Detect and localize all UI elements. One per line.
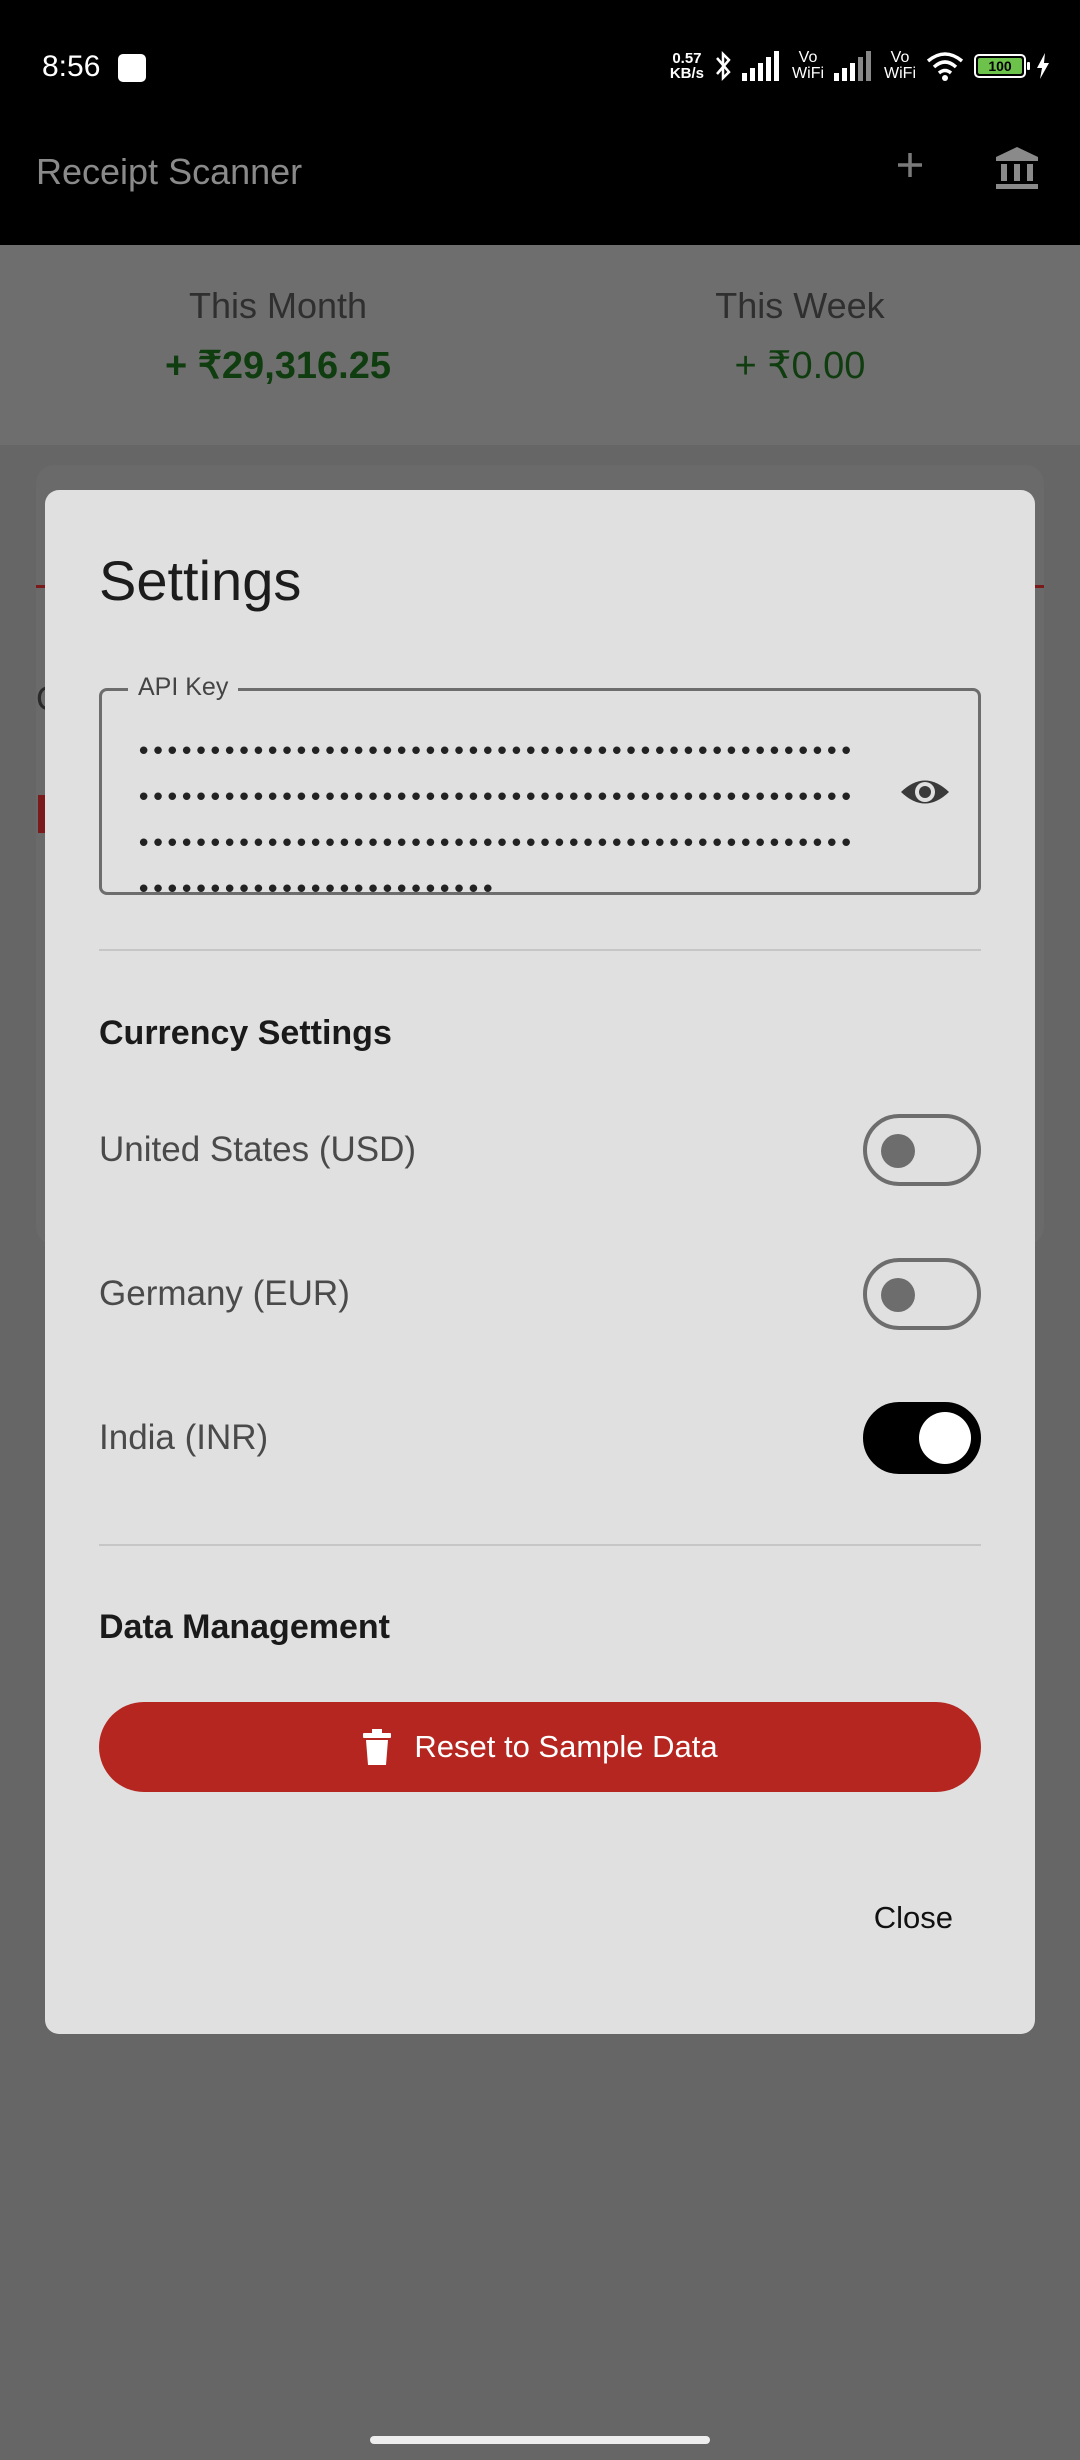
signal-icon-2 [834,51,872,81]
charging-icon [1037,53,1049,79]
currency-row-eur: Germany (EUR) [99,1254,981,1334]
month-label: This Month [188,285,368,326]
month-value: + ₹29,316.25 [165,345,391,387]
network-speed-unit: KB/s [669,65,705,82]
battery-level: 100 [978,58,1022,74]
data-management-title: Data Management [99,1608,390,1646]
signal-icon [742,51,780,81]
settings-dialog: Settings API Key •••••••••••••••••••••••… [45,490,1035,2034]
bluetooth-icon [716,50,731,82]
dialog-title: Settings [99,549,302,612]
currency-label-eur: Germany (EUR) [99,1274,350,1313]
month-summary: This Month + ₹29,316.25 [78,285,478,388]
currency-label-usd: United States (USD) [99,1130,417,1169]
api-key-value[interactable]: ••••••••••••••••••••••••••••••••••••••••… [136,729,866,913]
app-title: Receipt Scanner [36,151,303,192]
toggle-knob [881,1134,915,1168]
trash-icon [363,1729,392,1765]
currency-row-usd: United States (USD) [99,1110,981,1190]
close-button[interactable]: Close [874,1900,953,1936]
currency-settings-title: Currency Settings [99,1014,392,1052]
reset-button-label: Reset to Sample Data [414,1729,718,1764]
network-speed: 0.57 KB/s [670,51,704,81]
app-bar: Receipt Scanner [0,135,1080,245]
network-speed-value: 0.57 [672,50,702,67]
api-key-label: API Key [128,673,239,702]
bank-icon[interactable] [992,145,1042,191]
status-icons: 0.57 KB/s Vo WiFi Vo WiFi 100 [670,46,1050,86]
currency-row-inr: India (INR) [99,1398,981,1478]
summary-panel: This Month + ₹29,316.25 This Week + ₹0.0… [0,245,1080,445]
status-time: 8:56 [42,50,101,83]
vowifi-indicator-2: Vo WiFi [884,50,916,82]
reset-sample-data-button[interactable]: Reset to Sample Data [99,1702,981,1792]
toggle-knob [919,1412,971,1464]
vowifi-1-bottom: WiFi [792,65,825,82]
currency-label-inr: India (INR) [99,1418,269,1457]
vowifi-2-top: Vo [890,49,910,66]
currency-toggle-usd[interactable] [863,1114,981,1186]
divider [99,1544,981,1546]
currency-toggle-eur[interactable] [863,1258,981,1330]
vowifi-2-bottom: WiFi [884,65,916,82]
vowifi-indicator-1: Vo WiFi [792,50,824,82]
plus-icon[interactable] [890,145,930,185]
currency-toggle-inr[interactable] [863,1402,981,1474]
api-key-field[interactable]: API Key ••••••••••••••••••••••••••••••••… [99,673,981,905]
divider [99,949,981,951]
eye-icon[interactable] [898,765,952,819]
gesture-nav-handle[interactable] [370,2436,710,2444]
notification-icon [118,54,146,82]
week-summary: This Week + ₹0.00 [600,285,1000,388]
vowifi-1-top: Vo [798,49,818,66]
battery-icon: 100 [974,54,1030,78]
week-label: This Week [715,285,885,326]
week-value: + ₹0.00 [734,345,866,387]
status-bar: 8:56 0.57 KB/s Vo WiFi Vo WiFi 100 [0,0,1080,135]
toggle-knob [881,1278,915,1312]
wifi-icon [926,52,964,81]
